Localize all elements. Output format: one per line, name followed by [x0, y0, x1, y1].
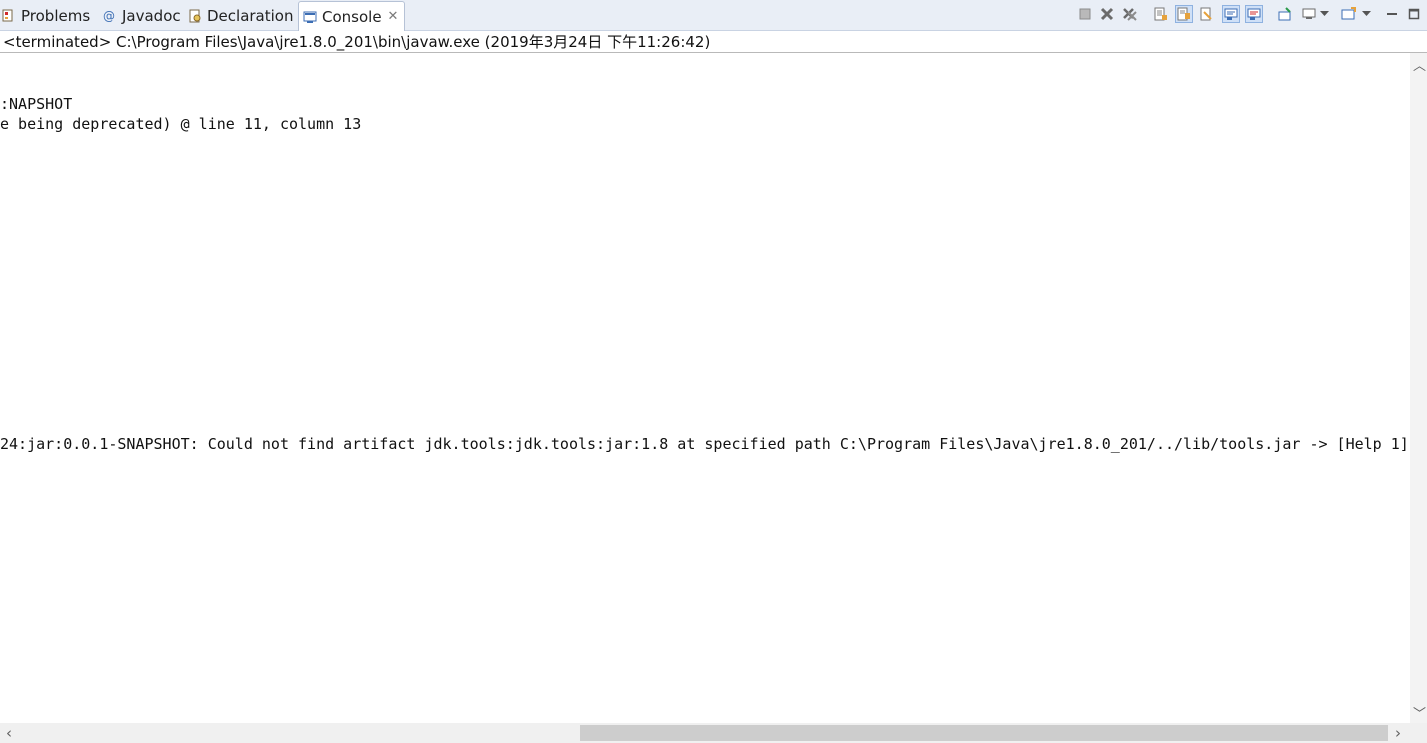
close-tab-icon[interactable]: ✕ [388, 9, 399, 24]
tab-label: Javadoc [122, 7, 181, 25]
vertical-scrollbar[interactable]: ︿ ﹀ [1410, 53, 1427, 723]
scroll-right-icon[interactable]: › [1395, 724, 1401, 742]
console-line: 24:jar:0.0.1-SNAPSHOT: Could not find ar… [0, 435, 1409, 453]
launch-status-line: <terminated> C:\Program Files\Java\jre1.… [3, 33, 711, 51]
at-icon: @ [103, 9, 115, 23]
console-line: :NAPSHOT [0, 95, 73, 113]
tab-problems[interactable]: Problems [2, 2, 90, 30]
show-stdout-icon[interactable] [1222, 5, 1240, 23]
scroll-down-icon[interactable]: ﹀ [1413, 703, 1426, 722]
open-console-icon[interactable] [1340, 5, 1358, 23]
declaration-icon [188, 9, 202, 23]
scroll-up-icon[interactable]: ︿ [1413, 55, 1426, 74]
view-tab-bar: Problems @ Javadoc Declaration Console ✕ [0, 0, 1427, 31]
tab-declaration[interactable]: Declaration [188, 2, 293, 30]
terminate-icon[interactable] [1076, 5, 1094, 23]
scrollbar-thumb[interactable] [580, 725, 1388, 741]
scrollbar-corner [1410, 723, 1427, 743]
show-stderr-icon[interactable] [1245, 5, 1263, 23]
console-output[interactable]: :NAPSHOT e being deprecated) @ line 11, … [0, 53, 1410, 723]
chevron-down-icon[interactable] [1318, 5, 1330, 23]
remove-all-terminated-icon[interactable] [1121, 5, 1139, 23]
tab-label: Problems [21, 7, 91, 25]
pin-console-icon[interactable] [1276, 5, 1294, 23]
tab-javadoc[interactable]: @ Javadoc [103, 2, 181, 30]
horizontal-scrollbar[interactable]: ‹ › [0, 723, 1410, 743]
console-icon [303, 10, 317, 24]
word-wrap-icon[interactable] [1175, 5, 1193, 23]
minimize-icon[interactable] [1383, 5, 1401, 23]
show-console-output-icon[interactable] [1198, 5, 1216, 23]
tab-label: Declaration [207, 7, 294, 25]
chevron-down-icon[interactable] [1360, 5, 1372, 23]
console-line: e being deprecated) @ line 11, column 13 [0, 115, 362, 133]
tab-label: Console [322, 7, 382, 26]
tab-console[interactable]: Console ✕ [298, 1, 406, 31]
problems-icon [2, 9, 16, 23]
maximize-icon[interactable] [1405, 5, 1423, 23]
remove-launch-icon[interactable] [1098, 5, 1116, 23]
console-toolbar [1076, 5, 1427, 25]
scroll-left-icon[interactable]: ‹ [6, 724, 12, 742]
display-console-icon[interactable] [1300, 5, 1318, 23]
scroll-lock-icon[interactable] [1152, 5, 1170, 23]
